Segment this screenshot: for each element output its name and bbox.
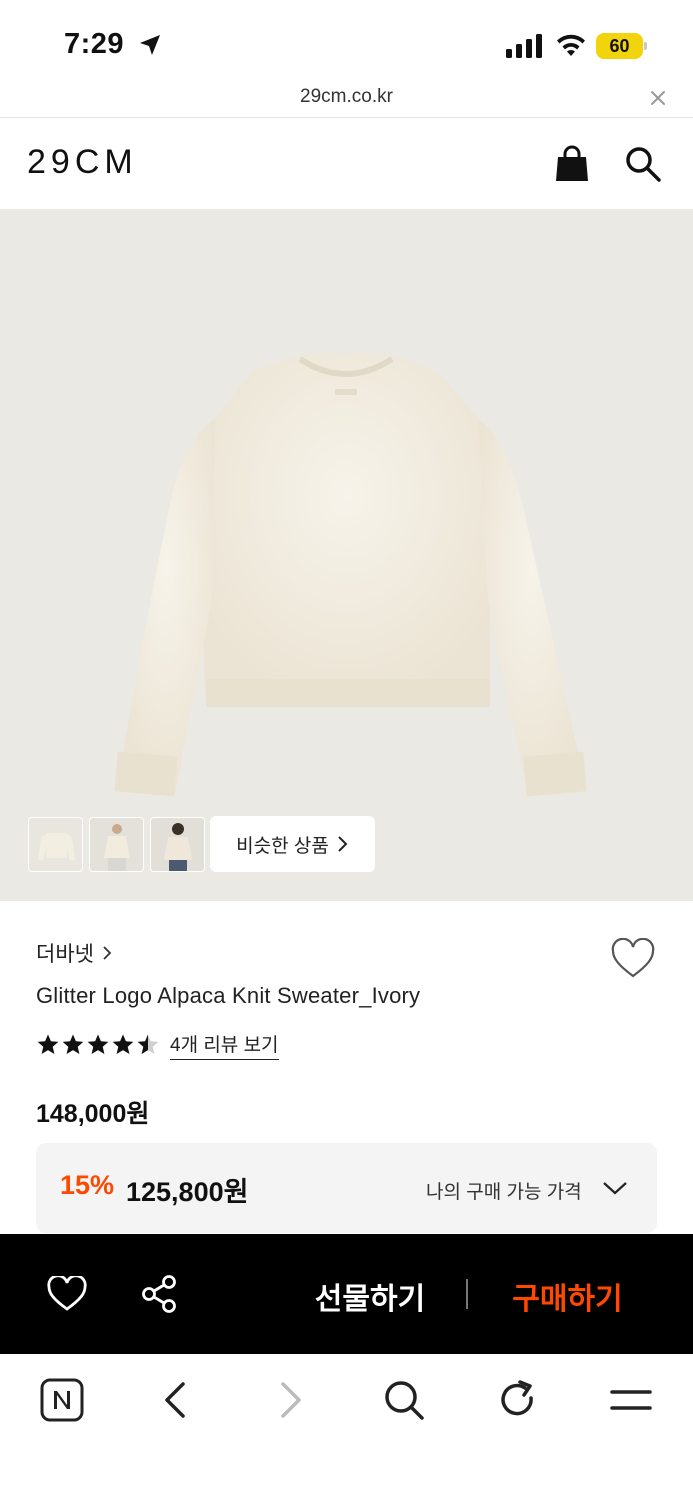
price-box[interactable]: 15% 125,800원 나의 구매 가능 가격 [36,1143,657,1233]
status-bar: 7:29 60 [0,0,693,84]
thumbnail-1[interactable] [28,817,83,872]
wifi-icon [557,34,585,56]
back-arrow-icon[interactable] [154,1378,198,1422]
sweater-illustration [114,353,587,797]
naver-home-icon[interactable] [40,1378,84,1422]
my-price-label[interactable]: 나의 구매 가능 가격 [426,1177,582,1204]
close-icon[interactable] [648,88,668,108]
battery-level: 60 [609,36,630,56]
chevron-down-icon[interactable] [602,1178,628,1198]
star-icon [87,1034,109,1054]
brand-link[interactable]: 더바넷 [36,938,112,968]
review-link[interactable]: 4개 리뷰 보기 [170,1030,279,1060]
battery-indicator: 60 [596,33,648,59]
menu-icon[interactable] [609,1378,653,1422]
thumbnail-3[interactable] [150,817,205,872]
purchase-action-bar: 선물하기 구매하기 [0,1234,693,1354]
star-icon [112,1034,134,1054]
url-text[interactable]: 29cm.co.kr [0,86,693,108]
search-icon[interactable] [382,1378,426,1422]
product-image[interactable] [0,209,693,901]
sale-price: 125,800원 [126,1177,249,1207]
product-name: Glitter Logo Alpaca Knit Sweater_Ivory [36,983,421,1008]
buy-button[interactable]: 구매하기 [490,1274,645,1318]
star-rating [36,1033,160,1057]
cellular-signal-icon [506,34,542,58]
similar-products-label: 비슷한 상품 [236,835,329,857]
brand-name: 더바넷 [36,943,94,966]
site-header: 29CM [0,119,693,209]
chevron-right-icon [338,836,348,852]
original-price: 148,000원 [36,1100,150,1128]
star-icon [37,1034,59,1054]
star-icon [62,1034,84,1054]
thumbnail-2[interactable] [89,817,144,872]
gift-button[interactable]: 선물하기 [290,1274,450,1318]
status-time: 7:29 [64,28,125,60]
refresh-icon[interactable] [496,1378,540,1422]
address-bar[interactable]: 29cm.co.kr [0,84,693,118]
rating-row: 4개 리뷰 보기 [36,1030,279,1060]
location-arrow-icon [140,35,160,55]
action-divider [466,1279,468,1309]
share-icon[interactable] [140,1274,178,1314]
browser-toolbar [0,1354,693,1500]
chevron-right-icon [103,946,112,960]
site-logo[interactable]: 29CM [27,143,138,182]
star-icon [137,1034,159,1054]
forward-arrow-icon[interactable] [268,1378,312,1422]
similar-products-button[interactable]: 비슷한 상품 [210,816,375,872]
shopping-bag-icon[interactable] [554,145,590,183]
heart-icon[interactable] [47,1276,87,1312]
discount-rate: 15% [60,1170,115,1200]
wishlist-heart-icon[interactable] [610,938,656,980]
search-icon[interactable] [624,145,662,183]
